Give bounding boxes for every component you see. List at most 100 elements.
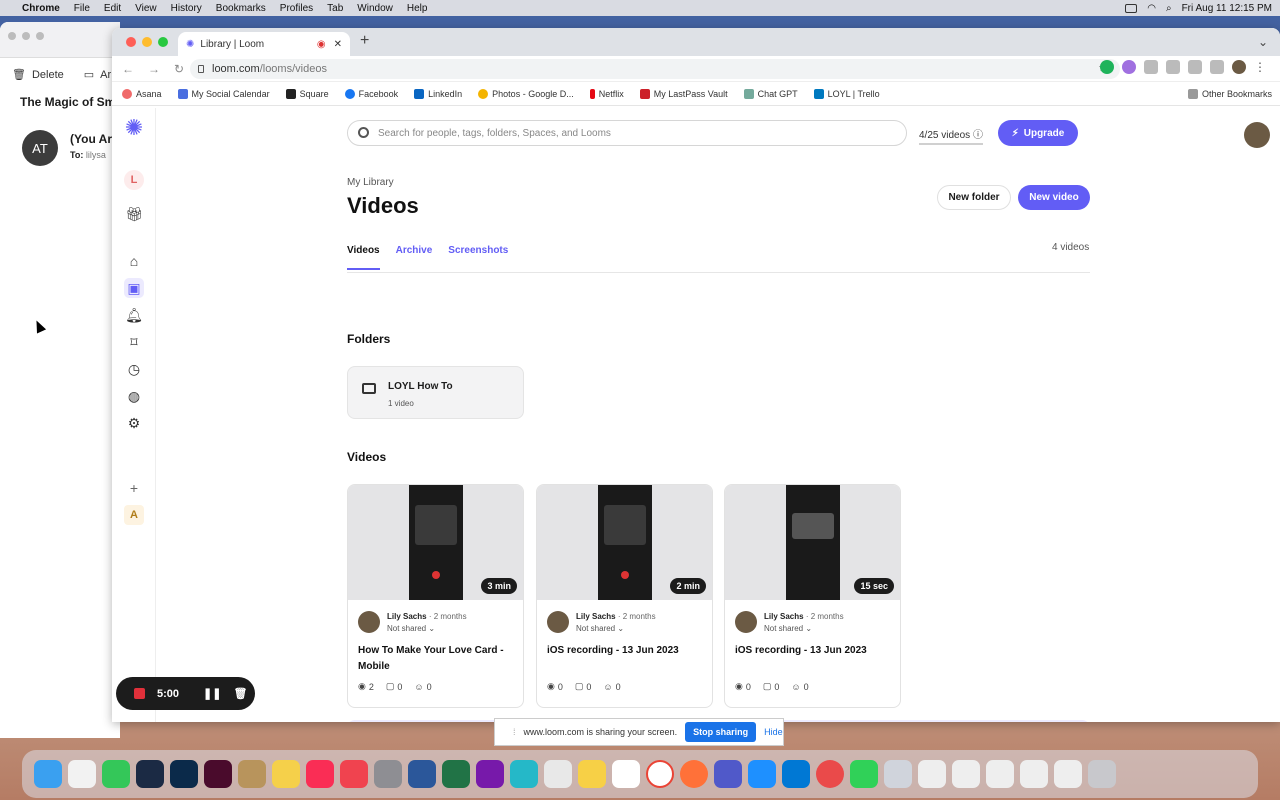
browser-tab[interactable]: ✺ Library | Loom ◉ ✕	[178, 32, 350, 56]
settings-gear-icon[interactable]: ⚙	[124, 413, 144, 433]
tab-archive[interactable]: Archive	[396, 245, 433, 270]
download-icon[interactable]	[1188, 60, 1202, 74]
firefox-icon[interactable]	[680, 760, 708, 788]
stop-recording-button[interactable]	[134, 688, 145, 699]
lock-icon[interactable]	[198, 65, 204, 73]
document-icon[interactable]	[1020, 760, 1048, 788]
excel-icon[interactable]	[442, 760, 470, 788]
onenote-icon[interactable]	[476, 760, 504, 788]
share-status-dropdown[interactable]: Not shared ⌄	[387, 624, 435, 633]
drag-handle-icon[interactable]: ⁞	[513, 727, 516, 737]
lightroom-icon[interactable]	[170, 760, 198, 788]
zoom-window-button[interactable]	[158, 37, 168, 47]
calendar-icon[interactable]	[612, 760, 640, 788]
bookmark-chatgpt[interactable]: Chat GPT	[743, 88, 798, 99]
back-icon[interactable]: ←	[122, 62, 134, 76]
extension-icon[interactable]	[1100, 60, 1114, 74]
bookmark-facebook[interactable]: Facebook	[344, 88, 398, 99]
address-bar[interactable]: loom.com/looms/videos ☆	[190, 59, 1120, 79]
video-quota[interactable]: 4/25 videos ⓘ	[919, 126, 983, 145]
video-thumbnail[interactable]: 3 min	[348, 485, 523, 600]
share-status-dropdown[interactable]: Not shared ⌄	[576, 624, 624, 633]
chrome-icon[interactable]	[646, 760, 674, 788]
video-title[interactable]: iOS recording - 13 Jun 2023	[735, 643, 895, 659]
stop-sharing-button[interactable]: Stop sharing	[685, 722, 757, 742]
hide-button[interactable]: Hide	[764, 727, 783, 737]
workspace-avatar[interactable]: L	[124, 170, 144, 190]
user-avatar[interactable]	[1244, 122, 1270, 148]
contacts-icon[interactable]	[238, 760, 266, 788]
document-icon[interactable]	[1054, 760, 1082, 788]
breadcrumb[interactable]: My Library	[347, 177, 394, 188]
search-icon[interactable]: ⌕	[1166, 3, 1172, 14]
music-icon[interactable]	[306, 760, 334, 788]
trash-bin-icon[interactable]	[1088, 760, 1116, 788]
new-folder-button[interactable]: New folder	[937, 185, 1011, 210]
clock[interactable]: Fri Aug 11 12:15 PM	[1182, 3, 1272, 14]
bookmark-asana[interactable]: Asana	[122, 88, 162, 99]
video-card[interactable]: 15 sec Lily Sachs · 2 months Not shared …	[724, 484, 901, 708]
tab-videos[interactable]: Videos	[347, 245, 380, 270]
other-bookmarks[interactable]: Other Bookmarks	[1187, 88, 1272, 99]
launchpad-icon[interactable]	[68, 760, 96, 788]
menu-file[interactable]: File	[74, 3, 90, 14]
pause-icon[interactable]: ❚❚	[203, 687, 221, 700]
indesign-icon[interactable]	[204, 760, 232, 788]
video-title[interactable]: iOS recording - 13 Jun 2023	[547, 643, 707, 659]
close-tab-icon[interactable]: ✕	[334, 39, 342, 50]
tab-search-icon[interactable]: ⌄	[1258, 35, 1268, 49]
menu-edit[interactable]: Edit	[104, 3, 121, 14]
gift-icon[interactable]: 🎁︎	[124, 204, 144, 224]
canva-icon[interactable]	[510, 760, 538, 788]
menu-window[interactable]: Window	[357, 3, 393, 14]
menu-profiles[interactable]: Profiles	[280, 3, 313, 14]
document-icon[interactable]	[986, 760, 1014, 788]
library-icon[interactable]: ▣	[124, 278, 144, 298]
delete-button[interactable]: Delete	[32, 69, 64, 81]
forward-icon[interactable]: →	[148, 62, 160, 76]
share-status-dropdown[interactable]: Not shared ⌄	[764, 624, 812, 633]
news-icon[interactable]	[340, 760, 368, 788]
video-card[interactable]: 2 min Lily Sachs · 2 months Not shared ⌄…	[536, 484, 713, 708]
upgrade-button[interactable]: ⚡︎ Upgrade	[998, 120, 1078, 146]
reminders-icon[interactable]	[544, 760, 572, 788]
bookmark-netflix[interactable]: Netflix	[589, 88, 624, 99]
menu-view[interactable]: View	[135, 3, 157, 14]
bookmark-linkedin[interactable]: LinkedIn	[414, 88, 462, 99]
menu-help[interactable]: Help	[407, 3, 428, 14]
workspace-a-avatar[interactable]: A	[124, 505, 144, 525]
folder-card[interactable]: LOYL How To 1 video	[347, 366, 524, 419]
messages-icon[interactable]	[102, 760, 130, 788]
close-window-button[interactable]	[126, 37, 136, 47]
new-video-button[interactable]: New video	[1018, 185, 1090, 210]
bookmark-square[interactable]: Square	[285, 88, 329, 99]
trash-icon[interactable]: 🗑︎	[233, 687, 247, 700]
outlook-icon[interactable]	[782, 760, 810, 788]
extension-icon[interactable]	[1122, 60, 1136, 74]
video-card[interactable]: 3 min Lily Sachs · 2 months Not shared ⌄…	[347, 484, 524, 708]
minimize-window-button[interactable]	[142, 37, 152, 47]
menu-bookmarks[interactable]: Bookmarks	[216, 3, 266, 14]
bookmark-icon[interactable]: ⌑	[124, 332, 144, 352]
menu-history[interactable]: History	[171, 3, 202, 14]
app-store-icon[interactable]	[748, 760, 776, 788]
video-title[interactable]: How To Make Your Love Card - Mobile	[358, 643, 518, 675]
search-input[interactable]: Search for people, tags, folders, Spaces…	[347, 120, 907, 146]
archive-icon[interactable]: ▭	[84, 68, 94, 81]
system-settings-icon[interactable]	[374, 760, 402, 788]
new-tab-button[interactable]: +	[360, 32, 369, 50]
word-icon[interactable]	[408, 760, 436, 788]
sidepanel-icon[interactable]	[1210, 60, 1224, 74]
wifi-icon[interactable]: ◠	[1147, 3, 1156, 14]
home-icon[interactable]: ⌂	[124, 251, 144, 271]
bookmark-social-calendar[interactable]: My Social Calendar	[177, 88, 270, 99]
loom-logo-icon[interactable]: ✺	[124, 115, 144, 140]
lightroom-classic-icon[interactable]	[136, 760, 164, 788]
video-thumbnail[interactable]: 2 min	[537, 485, 712, 600]
extension-icon[interactable]	[1144, 60, 1158, 74]
profile-avatar-icon[interactable]	[1232, 60, 1246, 74]
kebab-menu-icon[interactable]: ⋮	[1254, 60, 1268, 74]
history-clock-icon[interactable]: ◷	[124, 359, 144, 379]
archive-button[interactable]: Ar	[100, 69, 111, 81]
reload-icon[interactable]: ↻	[174, 62, 184, 76]
